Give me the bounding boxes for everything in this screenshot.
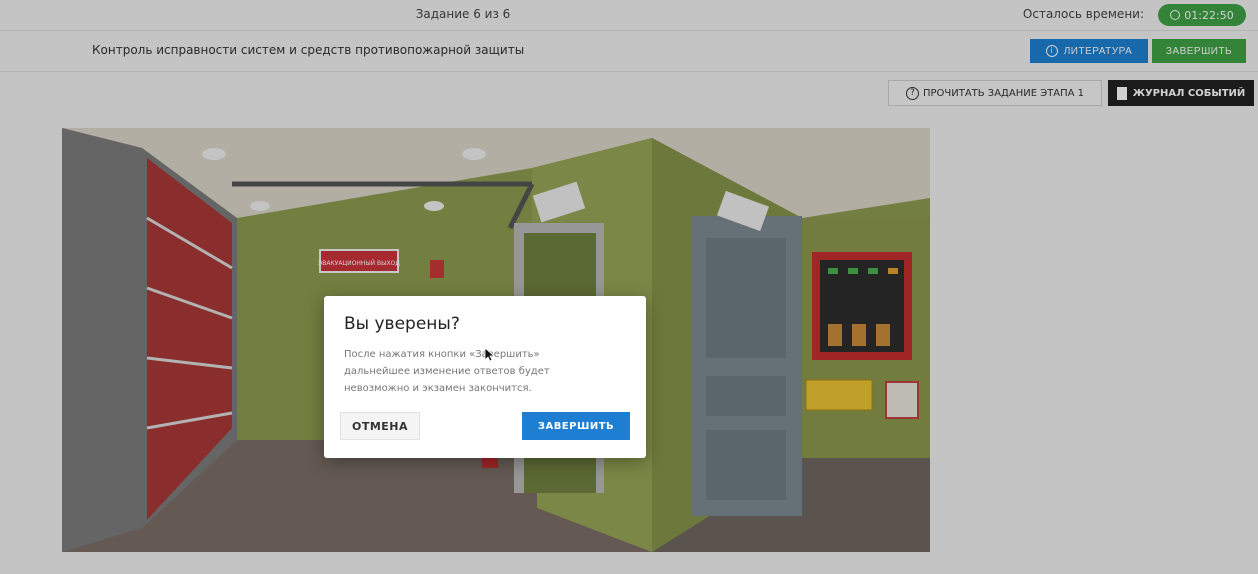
cancel-button[interactable]: ОТМЕНА — [340, 412, 420, 440]
mouse-cursor-icon — [485, 348, 495, 362]
app-window: Задание 6 из 6 Осталось времени: 01:22:5… — [0, 0, 1258, 574]
confirm-dialog: Вы уверены? После нажатия кнопки «Заверш… — [324, 296, 646, 458]
confirm-finish-button[interactable]: ЗАВЕРШИТЬ — [522, 412, 630, 440]
modal-backdrop[interactable] — [0, 0, 1258, 574]
dialog-title: Вы уверены? — [344, 314, 460, 334]
dialog-message: После нажатия кнопки «Завершить» дальней… — [344, 349, 550, 394]
